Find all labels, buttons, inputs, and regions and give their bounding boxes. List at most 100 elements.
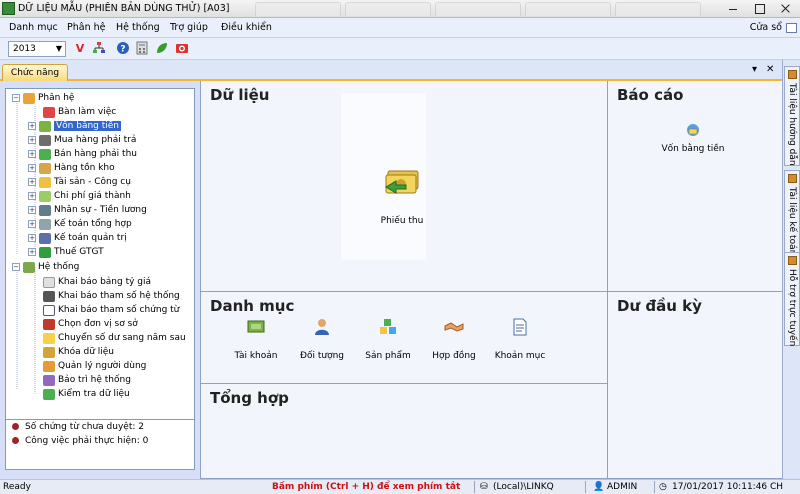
unit-select-icon — [43, 318, 55, 330]
tree-item-mua-hang[interactable]: + Mua hàng phải trả — [28, 133, 136, 147]
handshake-icon — [444, 322, 464, 332]
tree-item-thue-gtgt[interactable]: + Thuế GTGT — [28, 245, 104, 259]
collapse-icon[interactable]: − — [12, 263, 20, 271]
background-tab — [525, 2, 611, 16]
expand-icon[interactable]: + — [28, 136, 36, 144]
side-tab-ho-tro-truc-tuyen[interactable]: Hỗ trợ trực tuyến — [784, 252, 800, 346]
wrench-icon — [43, 374, 55, 386]
filter-v-icon[interactable]: V — [72, 41, 88, 57]
pending-tasks[interactable]: Công việc phải thực hiện: 0 — [12, 435, 148, 448]
account-icon — [247, 320, 265, 333]
product-icon — [380, 319, 396, 334]
menu-cua-so[interactable]: Cửa sổ — [750, 22, 782, 33]
tree-item-nhan-su[interactable]: + Nhân sự - Tiền lương — [28, 203, 147, 217]
tree-item-chi-phi[interactable]: + Chi phí giá thành — [28, 189, 131, 203]
maximize-button[interactable] — [746, 0, 772, 17]
camera-icon[interactable] — [174, 41, 190, 57]
section-du-lieu: Dữ liệu Phiếu thu — [201, 81, 608, 292]
tile-san-pham[interactable]: Sản phẩm — [353, 318, 423, 361]
tree-item-kiem-tra[interactable]: Kiểm tra dữ liệu — [32, 387, 130, 401]
shortcut-hint: Bấm phím (Ctrl + H) để xem phím tắt — [272, 482, 461, 492]
section-title: Dư đầu kỳ — [617, 297, 702, 315]
side-tab-tai-lieu-ke-toan[interactable]: Tài liệu kế toán — [784, 170, 800, 256]
menu-danh-muc[interactable]: Danh mục — [9, 22, 58, 33]
tree-item-chon-don-vi[interactable]: Chọn đơn vị sơ sở — [32, 317, 138, 331]
document-settings-icon — [43, 304, 55, 316]
report-cash-icon — [687, 124, 699, 136]
tree-item-ke-toan-tong-hop[interactable]: + Kế toán tổng hợp — [28, 217, 132, 231]
settings-gear-icon — [43, 290, 55, 302]
tile-phieu-thu[interactable]: Phiếu thu — [367, 169, 437, 226]
tree-item-quan-ly-nguoi-dung[interactable]: Quản lý người dùng — [32, 359, 146, 373]
expand-icon[interactable]: + — [28, 192, 36, 200]
tree-item-ty-gia[interactable]: Khai báo bảng tỷ giá — [32, 275, 151, 289]
tree-item-tham-so-chung-tu[interactable]: Khai báo tham số chứng từ — [32, 303, 179, 317]
user-icon: 👤 — [593, 482, 605, 492]
menu-tro-giup[interactable]: Trợ giúp — [170, 22, 208, 33]
tree-root-he-thong[interactable]: − Hệ thống — [12, 260, 79, 274]
menu-he-thong[interactable]: Hệ thống — [116, 22, 160, 33]
window-list-icon[interactable] — [786, 23, 797, 33]
close-window-button[interactable] — [772, 0, 798, 17]
close-tab-icon[interactable]: ✕ — [766, 64, 774, 75]
percent-icon — [39, 246, 51, 258]
dollar-icon — [39, 148, 51, 160]
desk-icon — [43, 106, 55, 118]
tree-item-chuyen-so-du[interactable]: Chuyển số dư sang năm sau — [32, 331, 186, 345]
tile-khoan-muc[interactable]: Khoản mục — [485, 318, 555, 361]
app-icon — [2, 2, 15, 15]
tree-item-bao-tri[interactable]: Bảo trì hệ thống — [32, 373, 131, 387]
document-icon — [513, 318, 527, 336]
server-icon: ⛁ — [480, 482, 488, 492]
exchange-rate-icon — [43, 276, 55, 288]
work-status-panel: Số chứng từ chưa duyệt: 2 Công việc phải… — [5, 420, 195, 470]
side-tab-tai-lieu-huong-dan[interactable]: Tài liệu hướng dẫn — [784, 66, 800, 166]
tree-item-von-bang-tien[interactable]: + Vốn bằng tiền — [28, 119, 122, 133]
lock-icon — [43, 346, 55, 358]
tree-item-ke-toan-quan-tri[interactable]: + Kế toán quản trị — [28, 231, 127, 245]
tree-item-ban-lam-viec[interactable]: Bàn làm việc — [32, 105, 116, 119]
tree-item-khoa-du-lieu[interactable]: Khóa dữ liệu — [32, 345, 114, 359]
menu-bar: Danh mục Phân hệ Hệ thống Trợ giúp Điều … — [0, 18, 800, 38]
module-tree: − Phân hệ Bàn làm việc + Vốn bằng tiền + Mu… — [5, 88, 195, 420]
expand-icon[interactable]: + — [28, 206, 36, 214]
expand-icon[interactable]: + — [28, 220, 36, 228]
cart-icon — [39, 134, 51, 146]
collapse-icon[interactable]: − — [12, 94, 20, 102]
status-separator — [585, 481, 586, 493]
warehouse-icon — [39, 162, 51, 174]
help-icon[interactable]: ? — [115, 41, 131, 57]
leaf-icon[interactable] — [154, 41, 170, 57]
tree-item-ban-hang[interactable]: + Bán hàng phải thu — [28, 147, 137, 161]
window-title: DỮ LIỆU MẪU (PHIÊN BẢN DÙNG THỬ) [A03] — [18, 3, 230, 14]
tile-doi-tuong[interactable]: Đối tượng — [287, 318, 357, 361]
background-tab — [615, 2, 701, 16]
tile-hop-dong[interactable]: Hợp đồng — [419, 318, 489, 361]
expand-icon[interactable]: + — [28, 150, 36, 158]
minimize-button[interactable] — [720, 0, 746, 17]
tree-item-tai-san[interactable]: + Tài sản - Công cụ — [28, 175, 131, 189]
menu-dieu-khien[interactable]: Điều khiển — [221, 22, 272, 33]
tab-chuc-nang[interactable]: Chức năng — [2, 64, 68, 81]
expand-icon[interactable]: + — [28, 234, 36, 242]
tree-item-tham-so-he-thong[interactable]: Khai báo tham số hệ thống — [32, 289, 180, 303]
year-select[interactable]: 2013 ▼ — [8, 41, 66, 57]
tile-bao-cao-von-bang-tien[interactable]: Vốn bằng tiền — [653, 123, 733, 154]
expand-icon[interactable]: + — [28, 164, 36, 172]
system-icon — [23, 261, 35, 273]
tile-tai-khoan[interactable]: Tài khoản — [221, 318, 291, 361]
checkmark-icon — [43, 388, 55, 400]
menu-phan-he[interactable]: Phân hệ — [67, 22, 105, 33]
people-icon — [39, 204, 51, 216]
tree-structure-icon[interactable] — [91, 41, 107, 57]
calculator-icon[interactable] — [134, 41, 150, 57]
tree-item-hang-ton-kho[interactable]: + Hàng tồn kho — [28, 161, 115, 175]
tab-menu-chevron-icon[interactable]: ▾ — [752, 64, 757, 75]
expand-icon[interactable]: + — [28, 178, 36, 186]
status-separator — [654, 481, 655, 493]
pending-documents[interactable]: Số chứng từ chưa duyệt: 2 — [12, 421, 144, 434]
section-title: Danh mục — [210, 297, 295, 315]
expand-icon[interactable]: + — [28, 122, 36, 130]
tree-root-phan-he[interactable]: − Phân hệ — [12, 91, 74, 105]
expand-icon[interactable]: + — [28, 248, 36, 256]
